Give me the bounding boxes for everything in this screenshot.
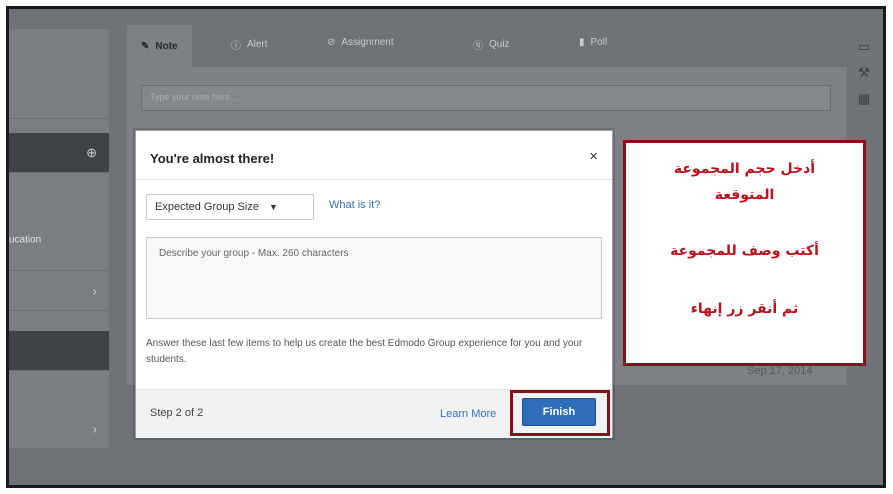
close-icon[interactable]: × — [589, 148, 598, 165]
dialog-title: You're almost there! — [150, 151, 275, 166]
calendar-icon[interactable]: ▭ — [855, 39, 873, 55]
callout-line-3: أكتب وصف للمجموعة — [670, 243, 819, 259]
group-size-select[interactable]: Expected Group Size ▼ — [146, 194, 314, 220]
arabic-instruction-callout: أدخل حجم المجموعة المتوقعة أكتب وصف للمج… — [623, 140, 866, 366]
caret-down-icon: ▼ — [268, 202, 278, 212]
tab-quiz[interactable]: ⓠ Quiz — [473, 37, 510, 52]
tab-note[interactable]: ✎ Note — [127, 25, 192, 67]
quiz-icon: ⓠ — [473, 41, 483, 52]
group-description-field[interactable]: Describe your group - Max. 260 character… — [146, 237, 602, 319]
tab-poll[interactable]: ▮ Poll — [579, 37, 607, 48]
sidebar-item[interactable]: › — [9, 271, 109, 311]
sidebar-item[interactable]: › — [9, 409, 109, 449]
tab-label: Note — [155, 40, 178, 52]
step-indicator: Step 2 of 2 — [150, 407, 204, 419]
chevron-right-icon: › — [92, 283, 97, 298]
sidebar-item-education[interactable]: ucation — [9, 209, 109, 271]
plus-circle-icon[interactable]: ⊕ — [86, 145, 97, 161]
sidebar-header — [9, 29, 109, 119]
callout-line-1: أدخل حجم المجموعة — [673, 161, 816, 177]
left-sidebar: ⊕ ucation › › — [9, 29, 109, 449]
post-type-tabs: ✎ Note ⓘ Alert ⊘ Assignment ⓠ Quiz ▮ Pol… — [127, 25, 847, 67]
sidebar-item-active[interactable]: ⊕ — [9, 133, 109, 173]
dialog-footer: Step 2 of 2 Learn More Finish — [136, 389, 612, 438]
assignment-icon: ⊘ — [327, 37, 336, 48]
callout-line-4: ثم أنقر زر إنهاء — [690, 301, 799, 317]
tab-label: Quiz — [489, 39, 510, 50]
note-input[interactable]: Type your note here... — [141, 85, 831, 111]
wrench-icon[interactable]: ⚒ — [855, 65, 873, 81]
post-date: Sep 17, 2014 — [747, 365, 813, 377]
sidebar-item-dark[interactable] — [9, 331, 109, 371]
learn-more-link[interactable]: Learn More — [440, 408, 496, 420]
edit-icon: ✎ — [141, 40, 150, 52]
select-label: Expected Group Size — [155, 201, 259, 213]
divider — [136, 179, 612, 180]
group-setup-dialog: You're almost there! × Expected Group Si… — [135, 130, 613, 438]
tab-label: Alert — [247, 39, 268, 50]
tab-label: Poll — [590, 37, 608, 48]
chevron-right-icon: › — [92, 421, 97, 436]
help-text: Answer these last few items to help us c… — [146, 338, 583, 365]
tab-label: Assignment — [341, 37, 394, 48]
finish-highlight-box — [510, 390, 610, 436]
grid-icon[interactable]: ▦ — [855, 91, 873, 107]
sidebar-item-label: ucation — [9, 234, 42, 245]
tab-assignment[interactable]: ⊘ Assignment — [327, 37, 394, 48]
what-is-it-link[interactable]: What is it? — [329, 199, 380, 211]
poll-icon: ▮ — [579, 37, 585, 48]
screenshot-frame: ⊕ ucation › › ✎ Note ⓘ Alert ⊘ Assignmen… — [6, 6, 886, 488]
alert-icon: ⓘ — [231, 41, 241, 52]
callout-line-2: المتوقعة — [714, 187, 775, 203]
tab-alert[interactable]: ⓘ Alert — [231, 37, 268, 52]
